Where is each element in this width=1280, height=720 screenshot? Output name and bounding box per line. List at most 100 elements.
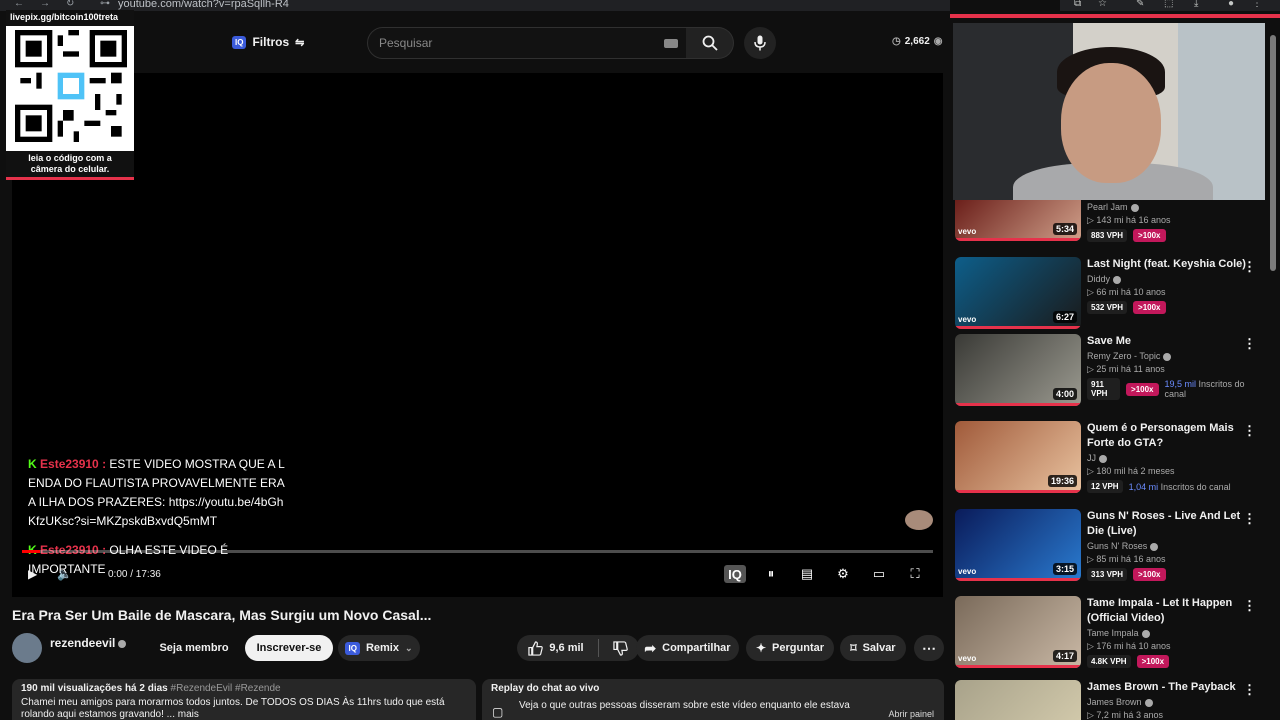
outlier-multiplier-badge: >100x	[1133, 301, 1166, 314]
recommendation-item[interactable]: 4:00 Save Me Remy Zero - Topic ▷ 25 mi há 1…	[955, 334, 1265, 410]
search-icon	[702, 35, 718, 51]
puzzle-icon[interactable]: ⬚	[1164, 0, 1173, 9]
duration-badge: 4:17	[1052, 650, 1077, 662]
recommendation-item[interactable]: vevo 3:15 Guns N' Roses - Live And Let Die…	[955, 509, 1265, 585]
qr-code-image	[15, 30, 127, 142]
chat-overlay: K Este23910 : ESTE VIDEO MOSTRA QUE A LE…	[28, 455, 288, 579]
recommendation-channel[interactable]: Diddy	[1087, 274, 1247, 284]
verified-icon	[1130, 203, 1139, 212]
recommendation-thumbnail[interactable]: 4:00	[955, 334, 1081, 406]
recommendation-badges: 313 VPH >100x	[1087, 568, 1247, 581]
qr-caption-line2: câmera do celular.	[30, 164, 110, 174]
bookmark-star-icon[interactable]: ☆	[1098, 0, 1107, 9]
settings-gear-icon[interactable]: ⚙	[832, 565, 854, 583]
share-button[interactable]: ➦ Compartilhar	[636, 635, 739, 661]
save-button[interactable]: ⌑ Salvar	[840, 635, 906, 661]
voice-search-button[interactable]	[744, 27, 776, 59]
remix-label: Remix	[365, 642, 399, 654]
download-icon[interactable]: ⤓	[1194, 0, 1198, 9]
clock-icon: ◷	[892, 36, 901, 47]
search-input[interactable]	[368, 28, 658, 58]
sidebar-scrollbar[interactable]	[1270, 35, 1276, 271]
recommendation-thumbnail[interactable]: vevo 3:15	[955, 509, 1081, 581]
live-views-indicator: ◷ 2,662 ◉	[892, 36, 943, 47]
player-left-controls: ▶ 🔈	[28, 567, 72, 581]
vph-badge: 4.8K VPH	[1087, 655, 1131, 668]
description-box[interactable]: 190 mil visualizações há 2 dias #Rezende…	[12, 679, 476, 720]
recommendation-menu-icon[interactable]: ⋮	[1243, 598, 1256, 614]
sparkle-icon: ✦	[755, 641, 767, 655]
video-player[interactable]: K Este23910 : ESTE VIDEO MOSTRA QUE A LE…	[12, 73, 943, 597]
autoplay-toggle-icon[interactable]: ⏸	[760, 565, 782, 583]
recommendation-channel[interactable]: JJ	[1087, 453, 1247, 463]
outlier-multiplier-badge: >100x	[1133, 229, 1166, 242]
browser-address-bar: ← → ↻ ⊶ youtube.com/watch?v=rpaSqllh-R4	[0, 0, 950, 11]
subscribe-button[interactable]: Inscrever-se	[245, 635, 333, 661]
filters-button[interactable]: IQ Filtros ⇋	[232, 30, 304, 54]
recommendation-badges: 12 VPH 1,04 mi Inscritos do canal	[1087, 480, 1247, 493]
browser-toolbar: ⧉ ☆ ✎ ⬚ ⤓ ● ⋮	[1060, 0, 1280, 11]
recommendation-item[interactable]: James Brown - The Payback James Brown ▷ 7,…	[955, 680, 1265, 720]
recommendation-thumbnail[interactable]: vevo 4:17	[955, 596, 1081, 668]
chat-replay-description: Veja o que outras pessoas disseram sobre…	[519, 700, 850, 711]
recommendation-menu-icon[interactable]: ⋮	[1243, 259, 1256, 275]
recommendation-thumbnail[interactable]	[955, 680, 1081, 720]
recommendation-title[interactable]: Save Me	[1087, 334, 1247, 349]
recommendation-item[interactable]: 19:36 Quem é o Personagem Mais Forte do G…	[955, 421, 1265, 497]
search-button[interactable]	[686, 27, 734, 59]
subtitles-icon[interactable]: ▤	[796, 565, 818, 583]
recommendation-title[interactable]: Quem é o Personagem Mais Forte do GTA?	[1087, 421, 1247, 451]
keyboard-icon[interactable]	[664, 39, 678, 48]
recommendation-channel[interactable]: Remy Zero - Topic	[1087, 351, 1247, 361]
hashtags[interactable]: #RezendeEvil #Rezende	[171, 683, 281, 694]
iq-player-icon[interactable]: IQ	[724, 565, 746, 583]
recommendation-thumbnail[interactable]: vevo 5:34	[955, 200, 1081, 241]
fullscreen-icon[interactable]: ⛶	[904, 565, 926, 583]
channel-name[interactable]: rezendeevil	[50, 636, 127, 650]
recommendation-title[interactable]: James Brown - The Payback	[1087, 680, 1247, 695]
recommendation-stats: ▷ 180 mil há 2 meses	[1087, 466, 1175, 476]
open-panel-button[interactable]: Abrir painel	[888, 709, 934, 719]
menu-dots-icon[interactable]: ⋮	[1252, 0, 1262, 9]
theater-mode-icon[interactable]: ▭	[868, 565, 890, 583]
progress-bar[interactable]	[22, 550, 933, 553]
reload-icon[interactable]: ↻	[66, 0, 74, 9]
extension-icon[interactable]: ✎	[1136, 0, 1144, 9]
recommendation-channel[interactable]: Guns N' Roses	[1087, 541, 1247, 551]
verified-icon	[1144, 698, 1153, 707]
install-icon[interactable]: ⧉	[1074, 0, 1081, 9]
verified-icon	[1163, 352, 1172, 361]
recommendation-menu-icon[interactable]: ⋮	[1243, 423, 1256, 439]
chevron-down-icon: ⌄	[404, 642, 413, 653]
thumbs-down-icon[interactable]	[612, 640, 628, 656]
join-member-button[interactable]: Seja membro	[152, 635, 236, 661]
ask-button[interactable]: ✦ Perguntar	[746, 635, 834, 661]
recommendation-menu-icon[interactable]: ⋮	[1243, 336, 1256, 352]
recommendation-title[interactable]: Guns N' Roses - Live And Let Die (Live)	[1087, 509, 1247, 539]
volume-icon[interactable]: 🔈	[57, 567, 72, 581]
recommendation-menu-icon[interactable]: ⋮	[1243, 511, 1256, 527]
recommendation-thumbnail[interactable]: 19:36	[955, 421, 1081, 493]
recommendation-title[interactable]: Tame Impala - Let It Happen (Official Vi…	[1087, 596, 1247, 626]
site-info-icon[interactable]: ⊶	[100, 0, 110, 9]
url-text[interactable]: youtube.com/watch?v=rpaSqllh-R4	[118, 0, 289, 10]
recommendation-item[interactable]: vevo 6:27 Last Night (feat. Keyshia Cole) D…	[955, 257, 1265, 333]
recommendation-menu-icon[interactable]: ⋮	[1243, 682, 1256, 698]
thumbs-up-icon	[528, 640, 544, 656]
play-icon[interactable]: ▶	[28, 567, 37, 581]
recommendation-channel[interactable]: Pearl Jam	[1087, 202, 1247, 212]
watched-progress-bar	[955, 490, 1081, 493]
recommendation-thumbnail[interactable]: vevo 6:27	[955, 257, 1081, 329]
player-right-controls: IQ ⏸ ▤ ⚙ ▭ ⛶	[724, 565, 926, 583]
profile-icon[interactable]: ●	[1228, 0, 1234, 9]
forward-icon[interactable]: →	[40, 0, 50, 9]
recommendation-item[interactable]: vevo 4:17 Tame Impala - Let It Happen (Off…	[955, 596, 1265, 672]
recommendation-channel[interactable]: James Brown	[1087, 697, 1247, 707]
back-icon[interactable]: ←	[14, 0, 24, 9]
recommendation-title[interactable]: Last Night (feat. Keyshia Cole)	[1087, 257, 1247, 272]
recommendation-channel[interactable]: Tame Impala	[1087, 628, 1247, 638]
more-actions-button[interactable]: ⋯	[914, 635, 944, 661]
like-dislike-group[interactable]: 9,6 mil	[517, 635, 639, 661]
remix-button[interactable]: IQ Remix ⌄	[338, 635, 420, 661]
channel-avatar[interactable]	[12, 633, 42, 663]
